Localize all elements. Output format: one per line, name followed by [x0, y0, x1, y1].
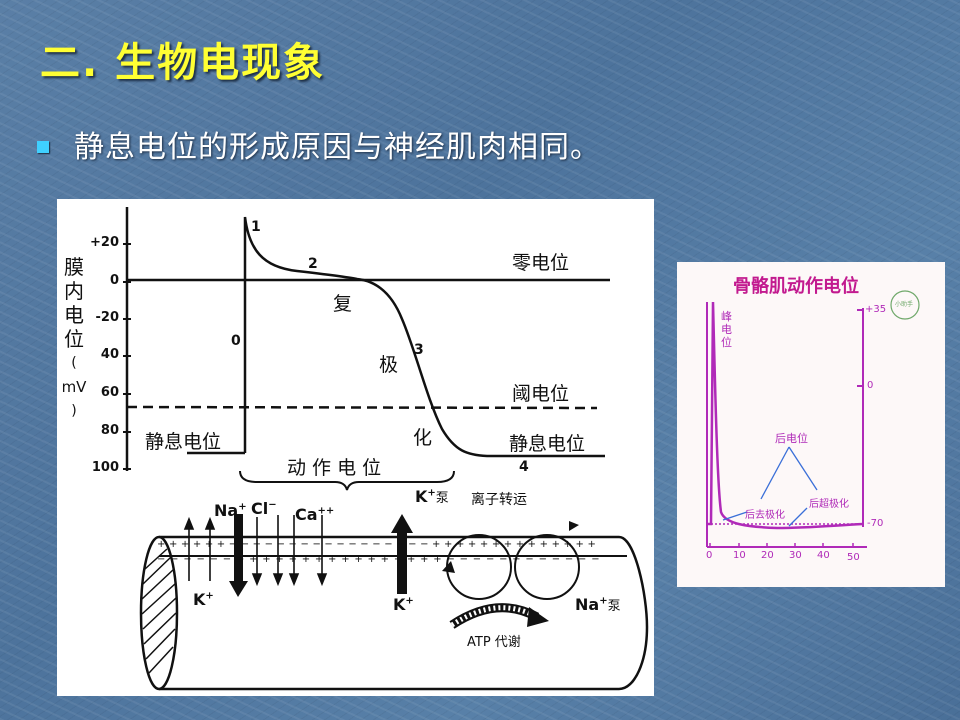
atp-arrowhead [527, 607, 549, 627]
sodium-pump-label: Na+泵 [575, 595, 621, 614]
potassium-pump-label: K+泵 [415, 487, 449, 506]
after-depolarization-label: 后去极化 [745, 510, 785, 521]
phase-4: 4 [519, 459, 529, 475]
potassium-left-label: K+ [193, 590, 214, 609]
skeletal-x-tick: 0 [706, 550, 713, 561]
y-tick: -20 [95, 310, 120, 325]
action-potential-label: 动 作 电 位 [287, 457, 382, 479]
repolarization-char-1: 复 [333, 293, 353, 315]
skeletal-tick-zero: 0 [867, 380, 874, 391]
pump-arrowhead-right [569, 521, 579, 531]
potassium-efflux-arrowhead [391, 514, 413, 533]
slide-title: 二. 生物电现象 [40, 40, 326, 86]
after-hyperpolarization-label: 后超极化 [809, 499, 849, 510]
repolarization-char-3: 化 [413, 427, 433, 449]
skeletal-tick-minus70: -70 [867, 518, 884, 529]
phase-0: 0 [231, 333, 241, 349]
y-label-char: ) [71, 403, 77, 419]
skeletal-x-tick: 50 [847, 552, 860, 563]
skeletal-x-tick: 30 [789, 550, 802, 561]
repolarization-char-2: 极 [379, 354, 399, 376]
threshold-label: 阈电位 [512, 383, 570, 405]
membrane-top-signs: + + + + + + − − − − − − − − − − − − − − … [157, 539, 597, 550]
sodium-label: Na+ [214, 501, 247, 520]
logo-text: 小助手 [895, 301, 914, 308]
y-tick: +20 [90, 235, 119, 250]
chloride-label: Cl− [251, 499, 277, 518]
phase-3: 3 [414, 342, 424, 358]
y-tick: 80 [100, 423, 119, 438]
action-potential-diagram: 膜 内 电 位 ( mV ) +20 0 -20 40 60 80 100 1 … [57, 199, 654, 696]
ion-transport-label: 离子转运 [471, 492, 527, 508]
peak-potential-label: 峰电位 [721, 310, 732, 349]
membrane-bottom-signs: − − − − − − + + + + + + + + + + + + + + … [157, 554, 601, 565]
resting-label-left: 静息电位 [145, 431, 222, 453]
atp-metabolism-label: ATP 代谢 [467, 635, 521, 650]
phase-2: 2 [308, 256, 318, 272]
bullet-text: 静息电位的形成原因与神经肌肉相同。 [74, 130, 601, 165]
phase-1: 1 [251, 219, 261, 235]
calcium-label: Ca++ [295, 505, 335, 524]
resting-label-right: 静息电位 [509, 433, 586, 455]
y-tick: 60 [100, 385, 119, 400]
sodium-influx-arrowhead [229, 581, 248, 597]
y-tick: 100 [91, 460, 119, 475]
y-tick: 0 [109, 273, 119, 288]
skeletal-muscle-ap-diagram: 骨骼肌动作电位 峰电位 +35 0 -70 0 10 20 30 40 50 后… [677, 262, 945, 587]
y-tick: 40 [100, 347, 119, 362]
skeletal-x-tick: 10 [733, 550, 746, 561]
skeletal-tick-plus35: +35 [865, 304, 887, 315]
zero-potential-label: 零电位 [512, 252, 570, 274]
bullet-square-icon [37, 141, 49, 153]
skeletal-ap-svg [706, 290, 920, 548]
skeletal-x-tick: 20 [761, 550, 774, 561]
after-potential-label: 后电位 [775, 432, 808, 445]
skeletal-x-tick: 40 [817, 550, 830, 561]
threshold-line [126, 405, 598, 410]
potassium-right-label: K+ [393, 595, 414, 614]
